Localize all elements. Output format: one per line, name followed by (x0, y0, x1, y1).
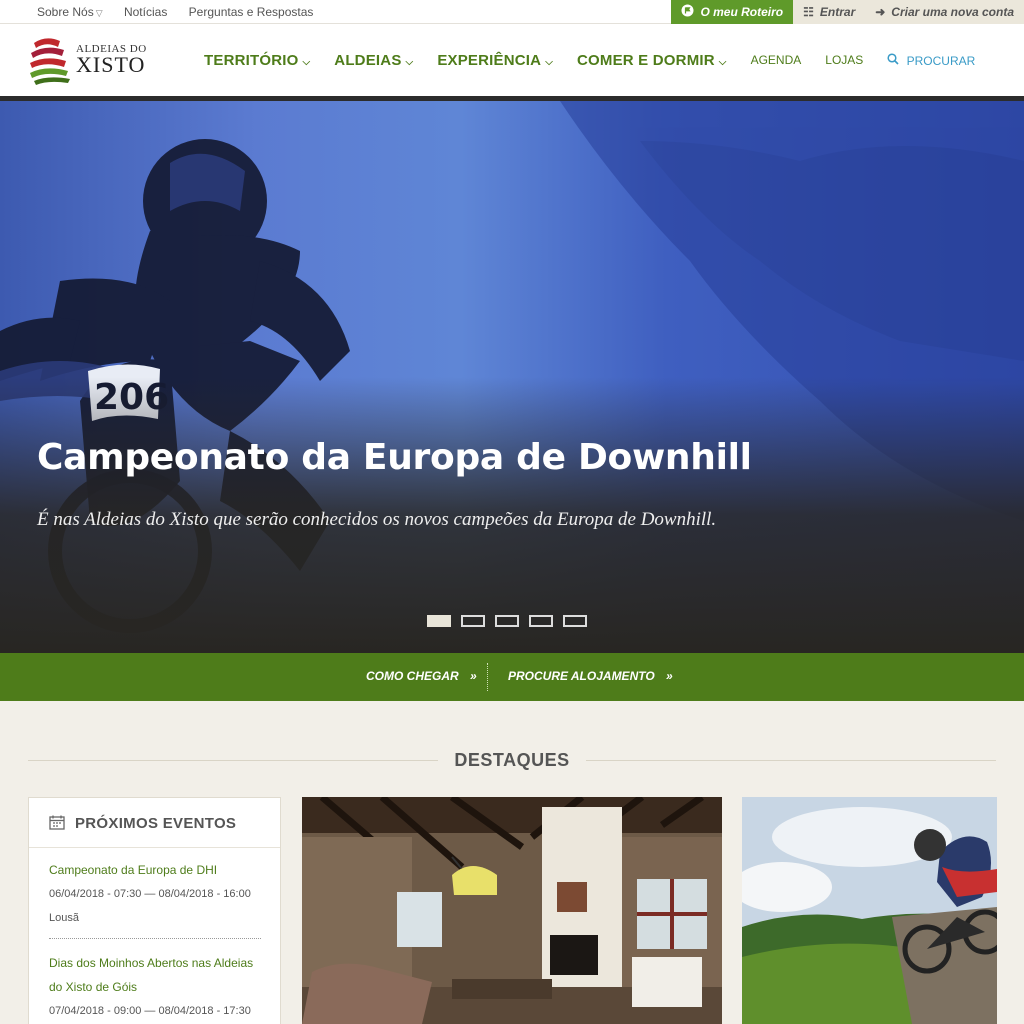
event-location: Lousã (49, 912, 79, 924)
criar-conta-button[interactable]: ➜ Criar uma nova conta (865, 0, 1024, 24)
top-utility-bar: Sobre Nós ▽ Notícias Perguntas e Resposta… (0, 0, 1024, 24)
chevron-down-icon: ▽ (95, 8, 103, 18)
slide-dot-1[interactable] (427, 615, 451, 627)
event-date: 07/04/2018 - 09:00 — 08/04/2018 - 17:30 (49, 1005, 251, 1017)
main-nav: TERRITÓRIO ⌵ ALDEIAS ⌵ EXPERIÊNCIA ⌵ COMER … (204, 24, 975, 96)
eventos-title: PRÓXIMOS EVENTOS (75, 815, 237, 832)
slide-dot-5[interactable] (563, 615, 587, 627)
logo-mark-icon (30, 38, 70, 85)
double-chevron-icon: » (470, 669, 477, 683)
nav-experiencia[interactable]: EXPERIÊNCIA ⌵ (437, 52, 553, 69)
event-date: 06/04/2018 - 07:30 — 08/04/2018 - 16:00 (49, 888, 251, 900)
chevron-down-icon: ⌵ (405, 56, 414, 68)
noticias-link[interactable]: Notícias (124, 5, 167, 19)
chevron-down-icon: ⌵ (718, 56, 727, 68)
hero-slider[interactable]: 206 Campeonato da Europa de Downhill É n… (0, 101, 1024, 653)
nav-aldeias[interactable]: ALDEIAS ⌵ (334, 52, 413, 69)
perguntas-link[interactable]: Perguntas e Respostas (189, 5, 314, 19)
slide-dot-4[interactable] (529, 615, 553, 627)
destaque-card-btt[interactable] (742, 797, 997, 1024)
interior-photo (302, 797, 722, 1024)
chevron-down-icon: ⌵ (545, 56, 553, 68)
meu-roteiro-button[interactable]: O meu Roteiro (671, 0, 794, 24)
event-item: Dias dos Moinhos Abertos nas Aldeias do X… (49, 951, 261, 1023)
event-name[interactable]: Dias dos Moinhos Abertos nas Aldeias do X… (49, 951, 261, 999)
search-icon (887, 52, 902, 68)
chevron-down-icon: ⌵ (302, 56, 311, 68)
slide-dot-3[interactable] (495, 615, 519, 627)
sign-in-icon: ➜ (875, 5, 886, 19)
quick-links-bar: COMO CHEGAR » PROCURE ALOJAMENTO » (0, 653, 1024, 701)
event-item: Campeonato da Europa de DHI 06/04/2018 -… (49, 858, 261, 930)
nav-procurar[interactable]: PROCURAR (887, 52, 975, 68)
entrar-button[interactable]: ☷ Entrar (793, 0, 866, 24)
site-header: ALDEIAS DO XISTO TERRITÓRIO ⌵ ALDEIAS ⌵ EX… (0, 24, 1024, 96)
nav-lojas[interactable]: LOJAS (825, 53, 863, 67)
double-chevron-icon: » (666, 669, 673, 683)
hero-subtitle: É nas Aldeias do Xisto que serão conheci… (37, 509, 717, 530)
slide-dot-2[interactable] (461, 615, 485, 627)
hero-title[interactable]: Campeonato da Europa de Downhill (37, 437, 752, 478)
sobre-nos-link[interactable]: Sobre Nós ▽ (37, 5, 103, 19)
procure-alojamento-link[interactable]: PROCURE ALOJAMENTO » (508, 669, 673, 683)
nav-territorio[interactable]: TERRITÓRIO ⌵ (204, 52, 310, 69)
como-chegar-link[interactable]: COMO CHEGAR » (366, 669, 477, 683)
mountain-bike-photo (742, 797, 997, 1024)
list-icon: ☷ (803, 5, 814, 19)
nav-comer-dormir[interactable]: COMER E DORMIR ⌵ (577, 52, 727, 69)
calendar-icon (49, 815, 65, 835)
destaque-card-interior[interactable] (302, 797, 722, 1024)
flag-icon (681, 4, 694, 20)
site-logo[interactable]: ALDEIAS DO XISTO (28, 35, 148, 85)
proximos-eventos-panel: PRÓXIMOS EVENTOS Campeonato da Europa de… (28, 797, 281, 1024)
nav-agenda[interactable]: AGENDA (751, 53, 802, 67)
event-name[interactable]: Campeonato da Europa de DHI (49, 858, 261, 882)
slider-pagination (427, 615, 597, 627)
